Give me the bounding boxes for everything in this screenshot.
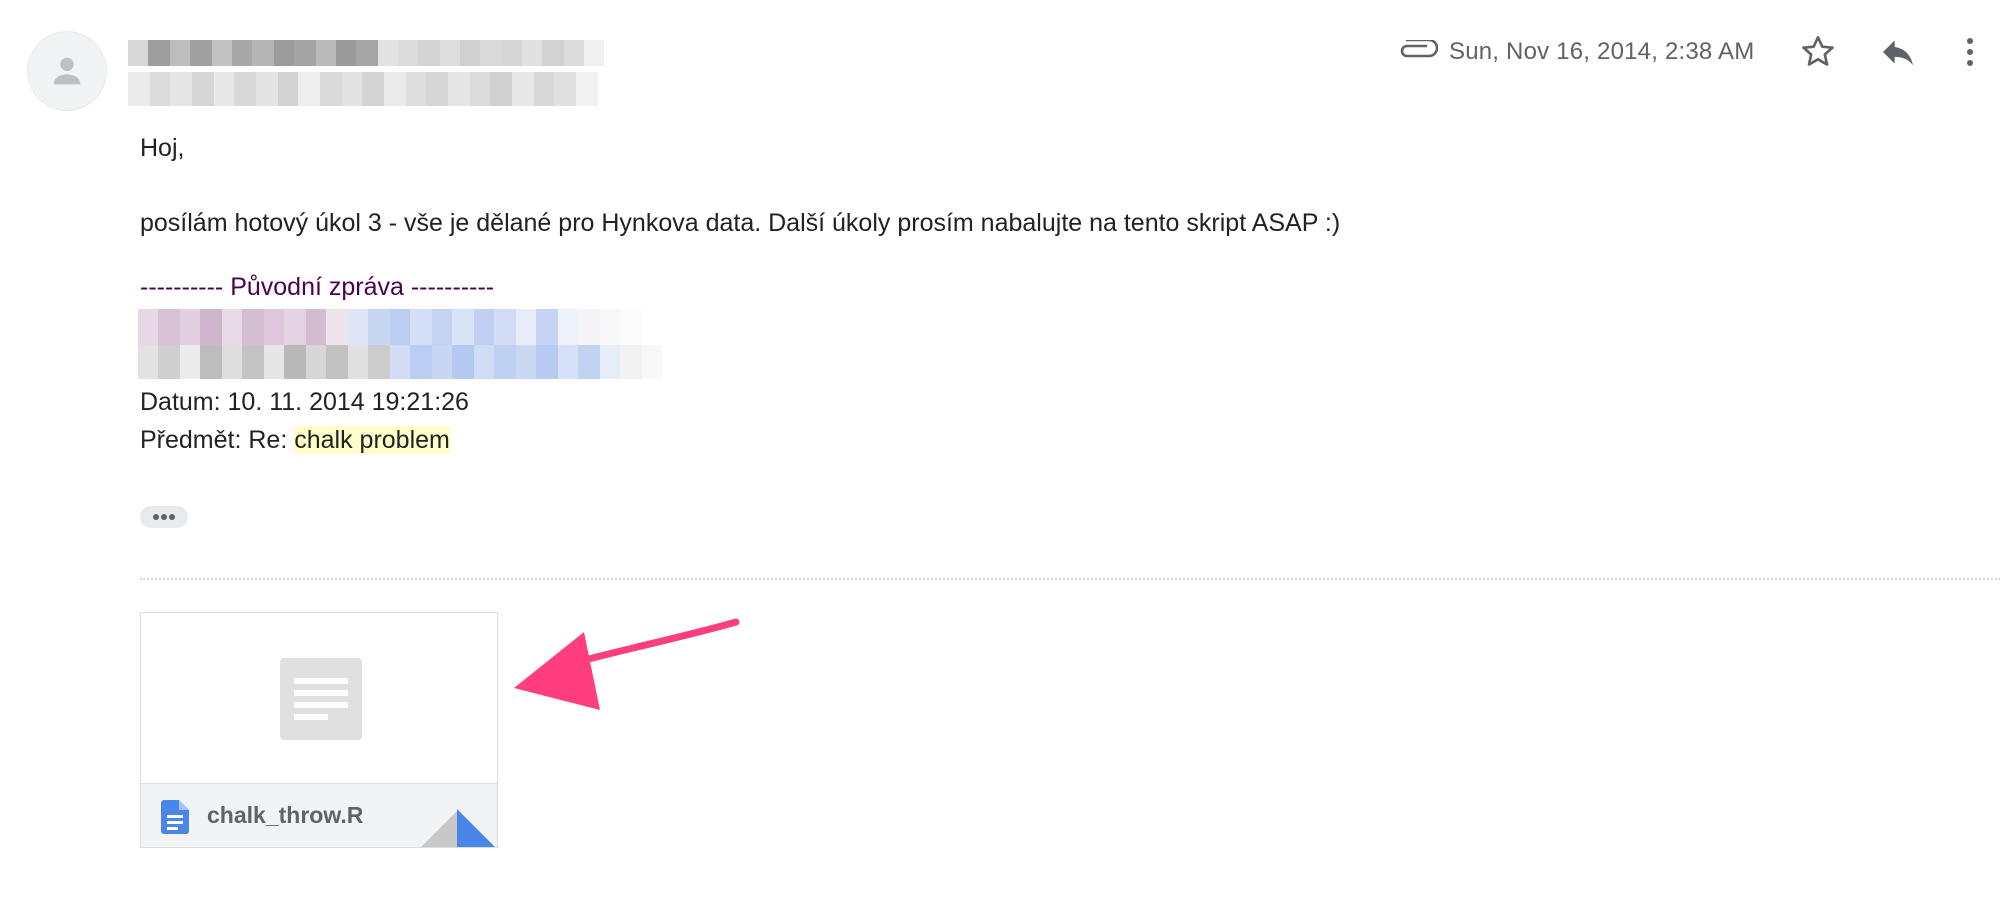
message-text: posílám hotový úkol 3 - vše je dělané pr… (140, 209, 1341, 237)
attachment-footer: chalk_throw.R (141, 783, 497, 847)
attachment-type-corner (457, 809, 497, 847)
reply-button[interactable] (1878, 32, 1918, 72)
annotation-arrow (514, 618, 740, 710)
forwarded-subject: Předmět: Re: chalk problem (140, 426, 450, 455)
subject-prefix: Předmět: Re: (140, 426, 295, 454)
more-vert-icon (1967, 38, 1973, 66)
show-trimmed-content-button[interactable] (140, 506, 188, 528)
sender-name-redacted (128, 40, 688, 66)
ellipsis-dot (153, 514, 159, 520)
attachment-card[interactable]: chalk_throw.R (140, 612, 498, 848)
forwarded-date: Datum: 10. 11. 2014 19:21:26 (140, 388, 469, 416)
attachment-corner-fold (419, 809, 459, 847)
forwarded-header: ---------- Původní zpráva ---------- (140, 273, 495, 301)
subject-highlight: chalk problem (294, 426, 450, 454)
forwarded-from-redacted (138, 309, 658, 345)
attachment-preview (141, 613, 497, 783)
ellipsis-dot (161, 514, 167, 520)
reply-icon (1883, 40, 1913, 66)
attachment-filename: chalk_throw.R (207, 802, 364, 828)
more-options-button[interactable] (1958, 32, 1982, 72)
google-docs-icon (161, 800, 189, 834)
star-button[interactable] (1798, 32, 1838, 72)
star-icon (1802, 36, 1834, 66)
greeting: Hoj, (140, 134, 185, 162)
ellipsis-dot (169, 514, 175, 520)
sender-email-redacted (128, 72, 708, 106)
sender-avatar[interactable] (28, 32, 106, 110)
attachments-divider (140, 578, 2000, 580)
message-date: Sun, Nov 16, 2014, 2:38 AM (1449, 38, 1755, 65)
person-icon (53, 57, 81, 85)
forwarded-to-redacted (138, 345, 698, 379)
paperclip-icon (1400, 40, 1438, 58)
document-thumbnail-icon (280, 658, 362, 740)
